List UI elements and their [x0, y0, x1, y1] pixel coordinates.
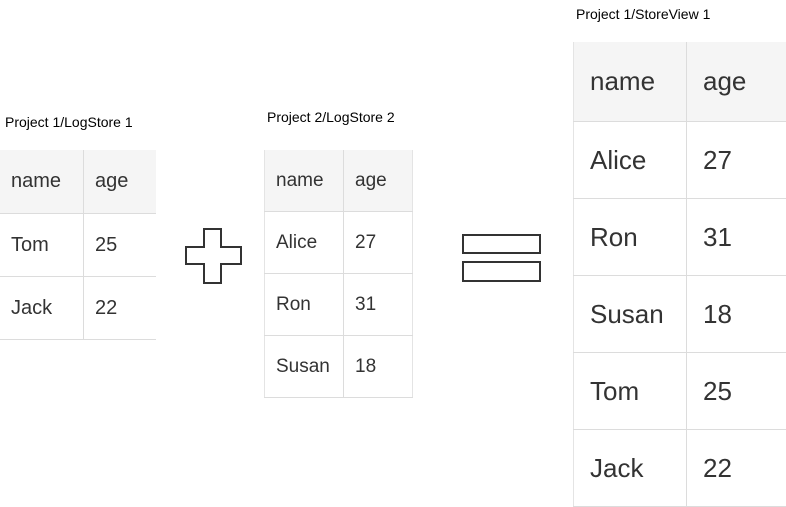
logstore-1-title: Project 1/LogStore 1 — [5, 114, 133, 130]
cell-name: Ron — [573, 198, 687, 276]
cell-name: Susan — [264, 335, 344, 398]
cell-age: 27 — [686, 121, 786, 199]
cell-age: 25 — [686, 352, 786, 430]
table-row: Ron 31 — [264, 273, 413, 336]
table-row: Susan 18 — [264, 335, 413, 398]
cell-age: 18 — [686, 275, 786, 353]
cell-age: 22 — [686, 429, 786, 507]
cell-age: 27 — [343, 211, 413, 274]
cell-name: Jack — [0, 276, 84, 340]
cell-age: 22 — [83, 276, 156, 340]
table-row: Tom 25 — [0, 213, 156, 277]
table-row: Alice 27 — [264, 211, 413, 274]
equals-icon — [462, 234, 541, 282]
column-header-age: age — [686, 42, 786, 122]
cell-name: Tom — [573, 352, 687, 430]
column-header-name: name — [0, 150, 84, 214]
table-row: Jack 22 — [573, 429, 786, 507]
column-header-name: name — [573, 42, 687, 122]
storeview-1-title: Project 1/StoreView 1 — [576, 6, 711, 22]
column-header-age: age — [343, 150, 413, 212]
header-row: name age — [0, 150, 156, 214]
cell-age: 25 — [83, 213, 156, 277]
table-row: Susan 18 — [573, 275, 786, 353]
cell-name: Alice — [264, 211, 344, 274]
cell-age: 31 — [686, 198, 786, 276]
column-header-name: name — [264, 150, 344, 212]
logstore-1-table: name age Tom 25 Jack 22 — [0, 150, 156, 340]
cell-name: Alice — [573, 121, 687, 199]
logstore-2-title: Project 2/LogStore 2 — [267, 109, 395, 125]
plus-icon — [185, 228, 242, 284]
header-row: name age — [264, 150, 413, 212]
cell-age: 31 — [343, 273, 413, 336]
column-header-age: age — [83, 150, 156, 214]
header-row: name age — [573, 42, 786, 122]
logstore-2-table: name age Alice 27 Ron 31 Susan 18 — [264, 150, 413, 398]
cell-name: Jack — [573, 429, 687, 507]
cell-age: 18 — [343, 335, 413, 398]
table-row: Alice 27 — [573, 121, 786, 199]
cell-name: Ron — [264, 273, 344, 336]
cell-name: Susan — [573, 275, 687, 353]
cell-name: Tom — [0, 213, 84, 277]
table-row: Ron 31 — [573, 198, 786, 276]
storeview-1-table: name age Alice 27 Ron 31 Susan 18 Tom 25 Jack 22 — [573, 42, 786, 507]
table-row: Jack 22 — [0, 276, 156, 340]
table-row: Tom 25 — [573, 352, 786, 430]
